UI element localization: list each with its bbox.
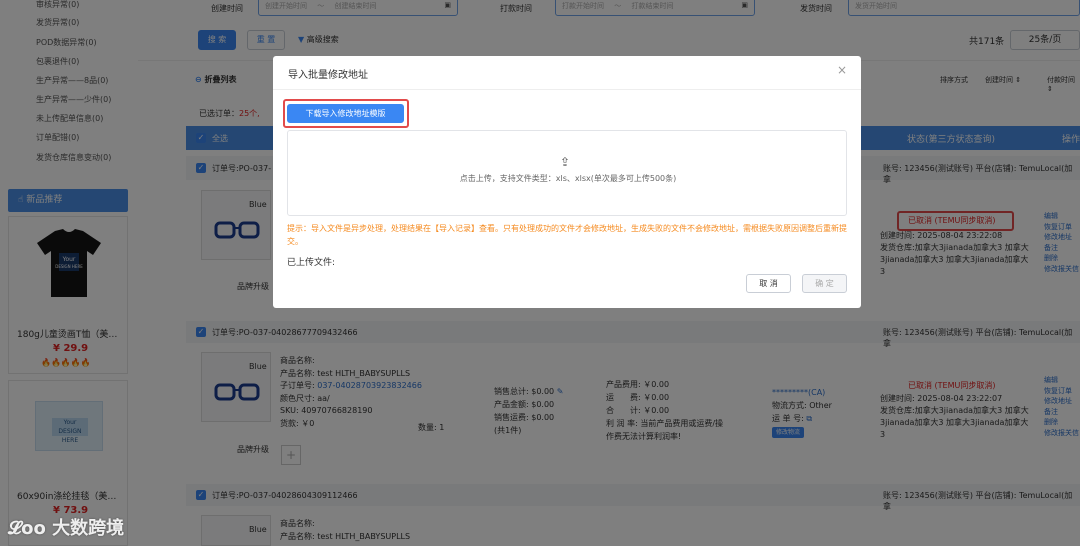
import-tip: 提示：导入文件是异步处理，处理结果在【导入记录】查看。只有处理成功的文件才会修改… — [287, 224, 847, 246]
upload-hint: 点击上传，支持文件类型：xls、xlsx(单次最多可上传500条) — [459, 174, 677, 183]
uploaded-files-label: 已上传文件: — [287, 258, 336, 268]
modal-title: 导入批量修改地址 — [288, 70, 368, 81]
upload-area[interactable]: ⇪ 点击上传，支持文件类型：xls、xlsx(单次最多可上传500条) — [287, 130, 847, 216]
confirm-button[interactable]: 确 定 — [802, 274, 847, 293]
watermark-text: 大数跨境 — [52, 518, 125, 539]
modal-divider — [273, 89, 861, 90]
download-highlight-box — [283, 99, 409, 128]
upload-icon: ⇪ — [560, 155, 571, 169]
watermark-logo-icon: 𝓛oo — [8, 518, 46, 539]
close-icon[interactable]: × — [837, 63, 847, 77]
watermark: 𝓛oo 大数跨境 — [8, 514, 124, 540]
cancel-button[interactable]: 取 消 — [746, 274, 791, 293]
import-modal: 导入批量修改地址 × 下载导入修改地址模版 ⇪ 点击上传，支持文件类型：xls、… — [273, 56, 861, 308]
